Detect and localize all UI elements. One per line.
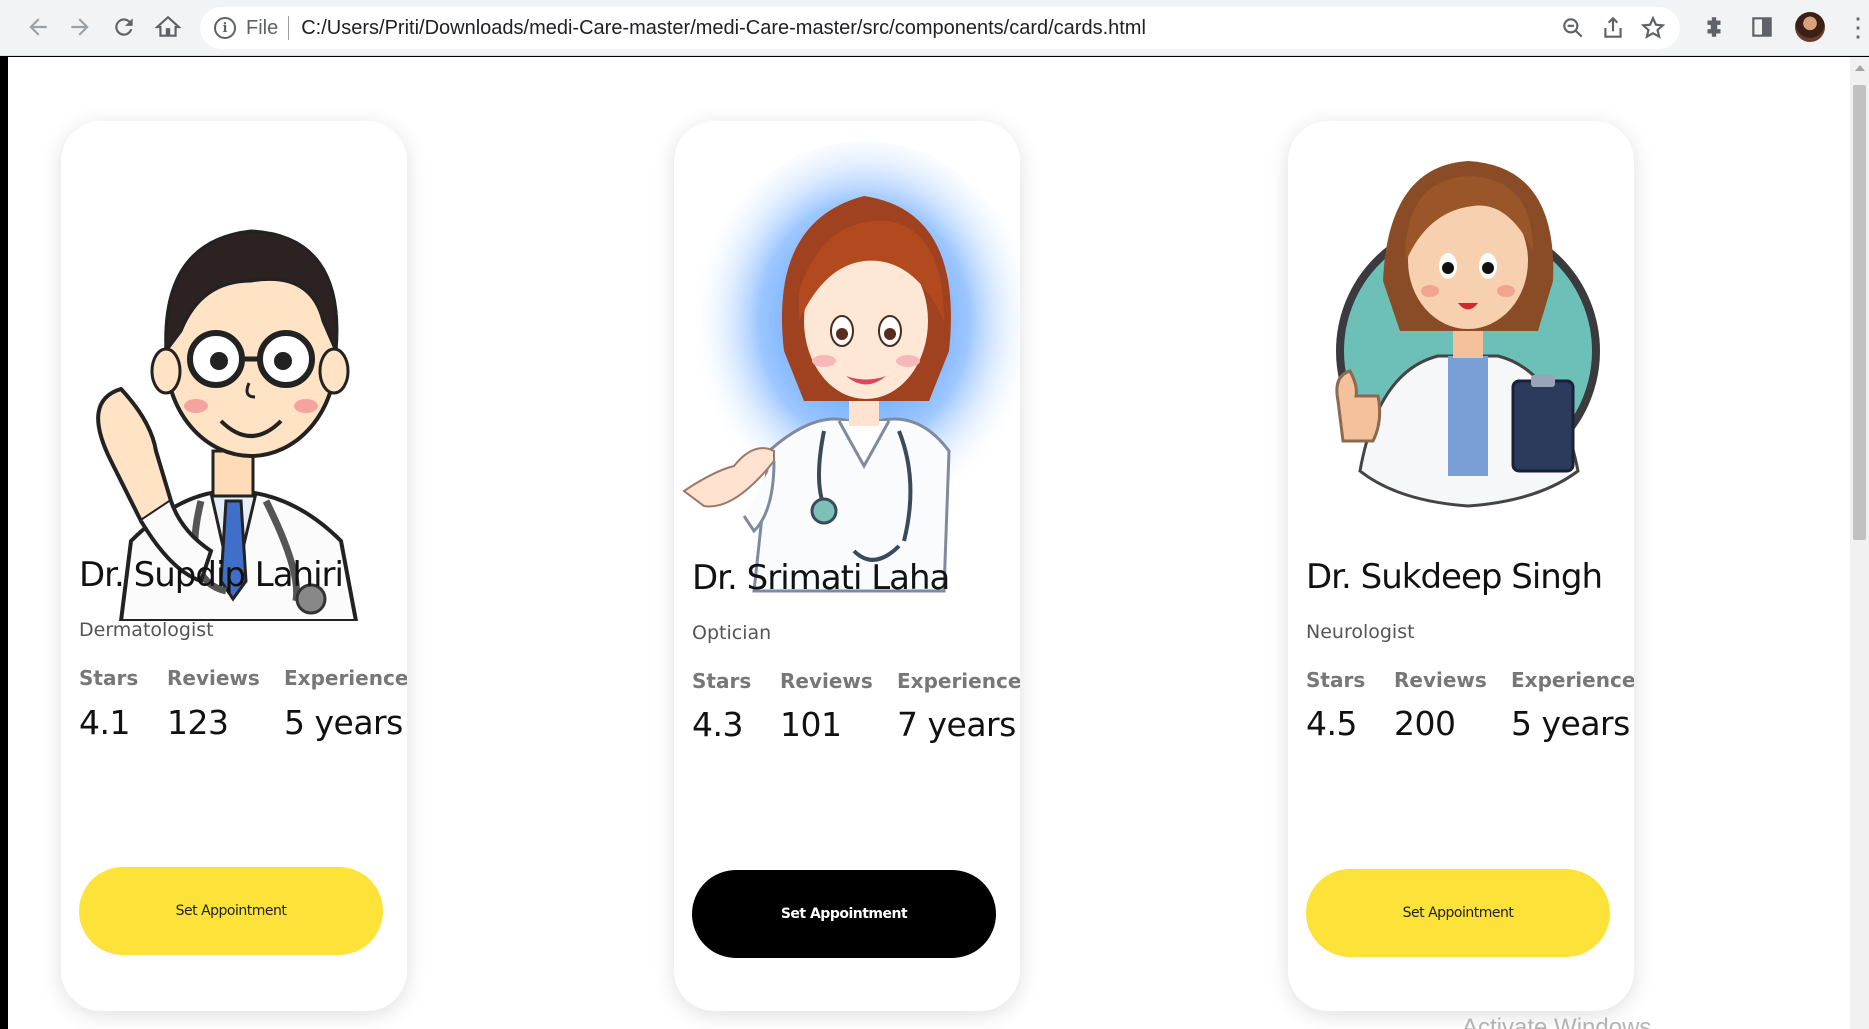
doctor-card: Dr. Srimati Laha Optician Stars Reviews … (674, 121, 1020, 1011)
doctor-name: Dr. Sukdeep Singh (1306, 557, 1603, 597)
reviews-value: 200 (1394, 704, 1456, 743)
experience-value: 5 years (284, 703, 403, 742)
reviews-label: Reviews (780, 669, 873, 693)
zoom-icon[interactable] (1560, 15, 1586, 41)
stars-value: 4.3 (692, 705, 743, 744)
bookmark-star-icon[interactable] (1640, 15, 1666, 41)
doctor-illustration-clipboard (1288, 121, 1634, 621)
address-bar[interactable]: i File C:/Users/Priti/Downloads/medi-Car… (200, 7, 1680, 49)
stars-value: 4.5 (1306, 704, 1357, 743)
experience-value: 7 years (897, 705, 1016, 744)
doctor-illustration-female (674, 121, 1020, 621)
experience-label: Experience (1511, 668, 1634, 692)
vertical-scrollbar[interactable] (1850, 57, 1869, 1029)
doctor-name: Dr. Srimati Laha (692, 558, 950, 598)
profile-avatar[interactable] (1792, 9, 1828, 45)
experience-value: 5 years (1511, 704, 1630, 743)
page-content: Dr. Supdip Lahiri Dermatologist Stars Re… (8, 57, 1850, 1029)
set-appointment-button[interactable]: Set Appointment (79, 867, 383, 955)
reviews-value: 123 (167, 703, 229, 742)
side-panel-icon[interactable] (1744, 9, 1780, 45)
doctor-card: Dr. Supdip Lahiri Dermatologist Stars Re… (61, 121, 407, 1011)
experience-label: Experience (897, 669, 1020, 693)
reviews-label: Reviews (1394, 668, 1487, 692)
scroll-up-arrow-icon[interactable] (1855, 65, 1865, 71)
doctor-specialty: Dermatologist (79, 619, 214, 641)
reviews-value: 101 (780, 705, 842, 744)
browser-toolbar: i File C:/Users/Priti/Downloads/medi-Car… (0, 0, 1869, 56)
doctor-card: Dr. Sukdeep Singh Neurologist Stars Revi… (1288, 121, 1634, 1011)
stars-label: Stars (692, 669, 752, 693)
doctor-specialty: Optician (692, 622, 772, 644)
scheme-label: File (246, 16, 279, 39)
set-appointment-button[interactable]: Set Appointment (1306, 869, 1610, 957)
share-icon[interactable] (1600, 15, 1626, 41)
home-icon[interactable] (150, 9, 186, 45)
menu-kebab-icon[interactable]: ⋮ (1840, 9, 1869, 45)
set-appointment-button[interactable]: Set Appointment (692, 870, 996, 958)
stars-label: Stars (79, 666, 139, 690)
forward-icon[interactable] (62, 9, 98, 45)
activation-watermark: Activate Windows (1462, 1014, 1652, 1029)
scrollbar-thumb[interactable] (1853, 85, 1866, 540)
reviews-label: Reviews (167, 666, 260, 690)
experience-label: Experience (284, 666, 407, 690)
reload-icon[interactable] (106, 9, 142, 45)
address-divider (288, 16, 290, 40)
extensions-icon[interactable] (1696, 9, 1732, 45)
doctor-name: Dr. Supdip Lahiri (79, 555, 344, 595)
doctor-specialty: Neurologist (1306, 621, 1415, 643)
stars-label: Stars (1306, 668, 1366, 692)
back-icon[interactable] (20, 9, 56, 45)
stars-value: 4.1 (79, 703, 130, 742)
doctor-illustration-male-glasses (61, 121, 407, 623)
info-icon[interactable]: i (214, 17, 236, 39)
url-text[interactable]: C:/Users/Priti/Downloads/medi-Care-maste… (301, 17, 1146, 40)
